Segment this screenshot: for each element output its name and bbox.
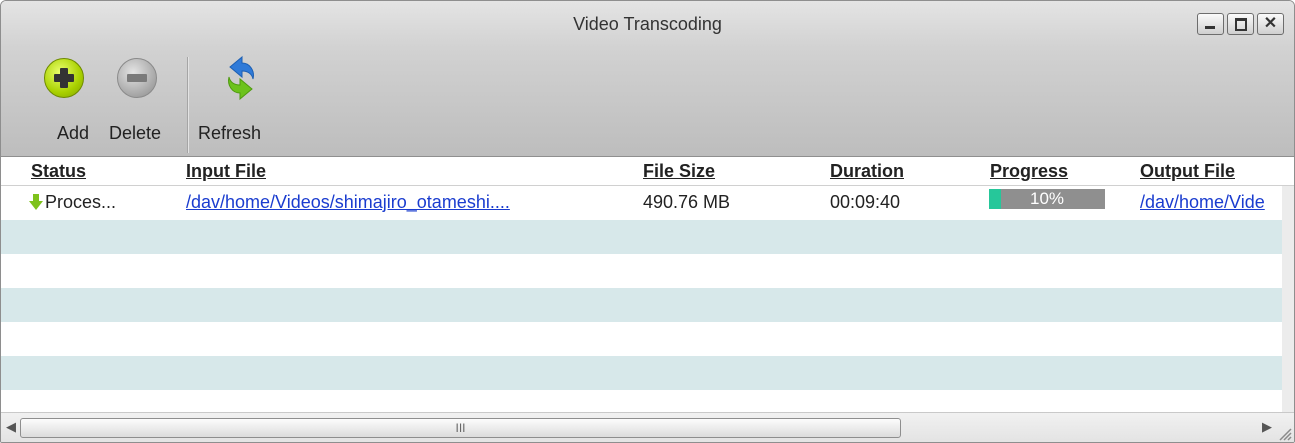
window-title: Video Transcoding	[573, 14, 722, 34]
table-header: Status Input File File Size Duration Pro…	[1, 157, 1294, 186]
column-header-file-size[interactable]: File Size	[643, 161, 715, 182]
scrollbar-grip: III	[455, 421, 466, 435]
file-size-cell: 490.76 MB	[643, 192, 731, 212]
scrollbar-thumb[interactable]: III	[20, 418, 901, 438]
scroll-left-icon[interactable]: ◀	[6, 419, 16, 435]
table-body: Proces... /dav/home/Videos/shimajiro_ota…	[1, 186, 1294, 412]
column-header-status[interactable]: Status	[31, 161, 86, 182]
horizontal-scrollbar[interactable]: ◀ III ▶	[1, 412, 1294, 442]
empty-row	[1, 356, 1282, 390]
maximize-icon	[1235, 18, 1247, 31]
duration-cell: 00:09:40	[830, 192, 901, 212]
close-icon: ✕	[1263, 15, 1278, 32]
window-controls: ✕	[1197, 13, 1284, 35]
output-file-link[interactable]: /dav/home/Vide	[1140, 192, 1282, 213]
scroll-right-icon[interactable]: ▶	[1262, 419, 1272, 435]
column-header-progress[interactable]: Progress	[990, 161, 1068, 182]
progress-bar: 10%	[989, 189, 1105, 209]
progress-text: 10%	[1029, 189, 1065, 208]
title-bar: Video Transcoding ✕ Add Delete Refresh	[1, 1, 1294, 157]
delete-icon[interactable]	[117, 58, 157, 98]
status-cell: Proces...	[29, 192, 116, 213]
column-header-duration[interactable]: Duration	[830, 161, 904, 182]
empty-row	[1, 390, 1282, 412]
toolbar-separator	[187, 57, 188, 153]
add-label[interactable]: Add	[57, 123, 89, 144]
empty-row	[1, 220, 1282, 254]
refresh-icon[interactable]	[216, 53, 266, 103]
minimize-icon	[1205, 26, 1215, 29]
status-text: Proces...	[45, 192, 117, 212]
minimize-button[interactable]	[1197, 13, 1224, 35]
empty-row	[1, 254, 1282, 288]
column-header-output-file[interactable]: Output File	[1140, 161, 1235, 182]
close-button[interactable]: ✕	[1257, 13, 1284, 35]
empty-row	[1, 322, 1282, 356]
maximize-button[interactable]	[1227, 13, 1254, 35]
vertical-scroll-gutter	[1282, 186, 1294, 412]
refresh-label[interactable]: Refresh	[198, 123, 261, 144]
delete-label[interactable]: Delete	[109, 123, 161, 144]
status-arrow-down-icon	[29, 194, 43, 210]
column-header-input-file[interactable]: Input File	[186, 161, 266, 182]
add-icon[interactable]	[44, 58, 84, 98]
empty-row	[1, 288, 1282, 322]
resize-grip-icon[interactable]	[1276, 425, 1292, 441]
input-file-link[interactable]: /dav/home/Videos/shimajiro_otameshi....	[186, 192, 510, 213]
table-row[interactable]: Proces... /dav/home/Videos/shimajiro_ota…	[1, 186, 1282, 220]
video-transcoding-window: Video Transcoding ✕ Add Delete Refresh S…	[0, 0, 1295, 443]
